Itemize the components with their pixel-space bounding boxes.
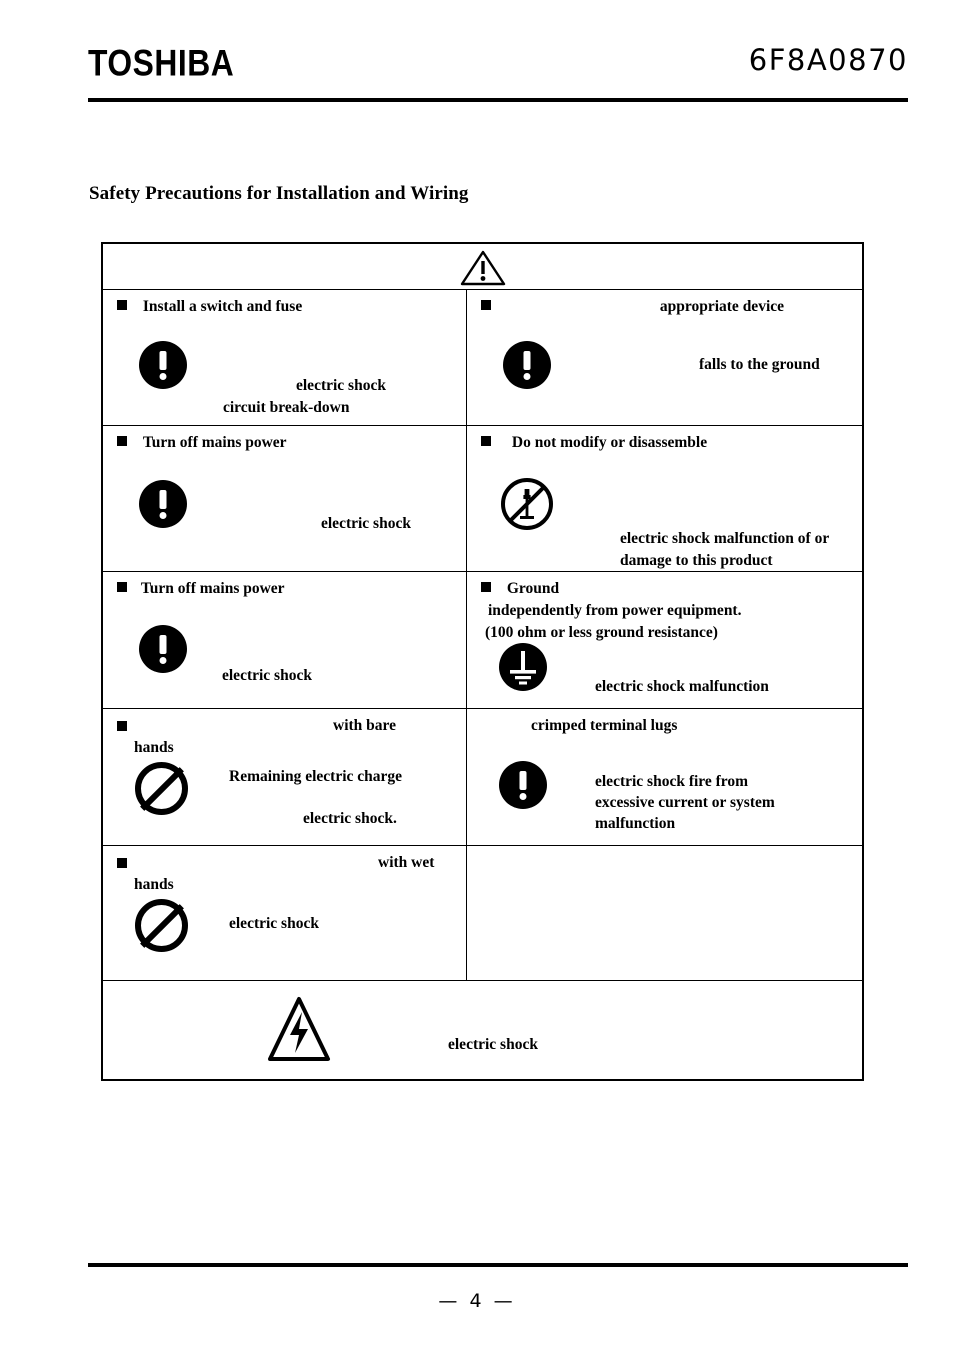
precaution-heading: hands	[134, 876, 174, 893]
precaution-text: electric shock	[296, 377, 386, 394]
precaution-text: electric shock fire from	[595, 773, 749, 790]
precaution-cell: with bare hands Remaining electric charg…	[103, 709, 467, 845]
precaution-heading: Turn off mains power	[117, 579, 285, 600]
precaution-cell: crimped terminal lugs electric shock fir…	[467, 709, 862, 845]
mandatory-exclamation-icon	[139, 480, 187, 528]
precaution-heading: with bare	[333, 717, 397, 734]
precaution-heading	[117, 855, 127, 876]
precaution-text: malfunction	[595, 815, 676, 832]
precaution-heading: Turn off mains power	[117, 433, 287, 454]
square-bullet-icon	[117, 300, 127, 310]
mandatory-exclamation-icon	[139, 625, 187, 673]
mandatory-exclamation-icon	[503, 341, 551, 389]
mandatory-exclamation-icon	[139, 341, 187, 389]
precaution-heading: Install a switch and fuse	[117, 297, 302, 318]
precaution-text: Remaining electric charge	[229, 768, 403, 785]
square-bullet-icon	[117, 436, 127, 446]
precaution-heading: Ground	[481, 579, 559, 600]
precaution-text: electric shock malfunction of or	[620, 530, 830, 547]
prohibition-icon	[135, 899, 188, 952]
precaution-text: electric shock.	[303, 810, 397, 827]
precaution-heading	[117, 718, 127, 739]
toshiba-logo: TOSHIBA	[88, 43, 235, 84]
precaution-cell: Ground independently from power equipmen…	[467, 572, 862, 708]
precaution-text: falls to the ground	[699, 356, 820, 373]
precaution-subheading: (100 ohm or less ground resistance)	[485, 624, 718, 641]
footer-divider	[88, 1263, 908, 1267]
precaution-text: electric shock	[321, 515, 411, 532]
table-row: Turn off mains power electric shock Do n…	[103, 426, 862, 572]
table-row: Turn off mains power electric shock Grou…	[103, 572, 862, 709]
mandatory-exclamation-icon	[499, 761, 547, 809]
precaution-cell: Install a switch and fuse electric shock…	[103, 290, 467, 425]
precaution-cell-empty	[467, 846, 862, 980]
precaution-cell: Do not modify or disassemble electric sh…	[467, 426, 862, 571]
precaution-text: excessive current or system	[595, 794, 775, 811]
precaution-heading: crimped terminal lugs	[531, 717, 678, 734]
precaution-text: electric shock malfunction	[595, 678, 769, 695]
high-voltage-cell: electric shock	[103, 981, 862, 1079]
high-voltage-text: electric shock	[448, 1036, 538, 1053]
precaution-heading: appropriate device	[481, 297, 784, 318]
table-row: Install a switch and fuse electric shock…	[103, 290, 862, 426]
precaution-subheading: independently from power equipment.	[488, 602, 742, 619]
square-bullet-icon	[117, 582, 127, 592]
precaution-text: damage to this product	[620, 552, 773, 569]
precaution-cell: Turn off mains power electric shock	[103, 572, 467, 708]
precaution-cell: Turn off mains power electric shock	[103, 426, 467, 571]
precaution-text: circuit break-down	[223, 399, 350, 416]
page-title: Safety Precautions for Installation and …	[89, 183, 469, 204]
square-bullet-icon	[117, 858, 127, 868]
square-bullet-icon	[117, 721, 127, 731]
page-number: — 4 —	[438, 1290, 516, 1312]
table-row: with wet hands electric shock	[103, 846, 862, 981]
high-voltage-icon	[266, 995, 332, 1070]
ground-symbol-icon	[498, 642, 548, 697]
document-number: 6F8A0870	[748, 43, 908, 77]
table-row: electric shock	[103, 981, 862, 1079]
precaution-cell: appropriate device falls to the ground	[467, 290, 862, 425]
table-row: with bare hands Remaining electric charg…	[103, 709, 862, 846]
precaution-cell: with wet hands electric shock	[103, 846, 467, 980]
no-disassembly-icon	[499, 476, 555, 537]
precaution-heading: hands	[134, 739, 174, 756]
square-bullet-icon	[481, 582, 491, 592]
precaution-text: electric shock	[222, 667, 312, 684]
warning-triangle-icon	[460, 249, 506, 292]
precaution-text: electric shock	[229, 915, 319, 932]
precaution-heading: Do not modify or disassemble	[481, 433, 707, 454]
header-divider	[88, 98, 908, 102]
square-bullet-icon	[481, 436, 491, 446]
square-bullet-icon	[481, 300, 491, 310]
safety-precautions-table: Install a switch and fuse electric shock…	[101, 242, 864, 1081]
page-header: TOSHIBA 6F8A0870	[88, 40, 908, 102]
prohibition-icon-mask	[135, 762, 188, 815]
warning-banner	[103, 244, 862, 290]
precaution-heading: with wet	[378, 854, 435, 871]
